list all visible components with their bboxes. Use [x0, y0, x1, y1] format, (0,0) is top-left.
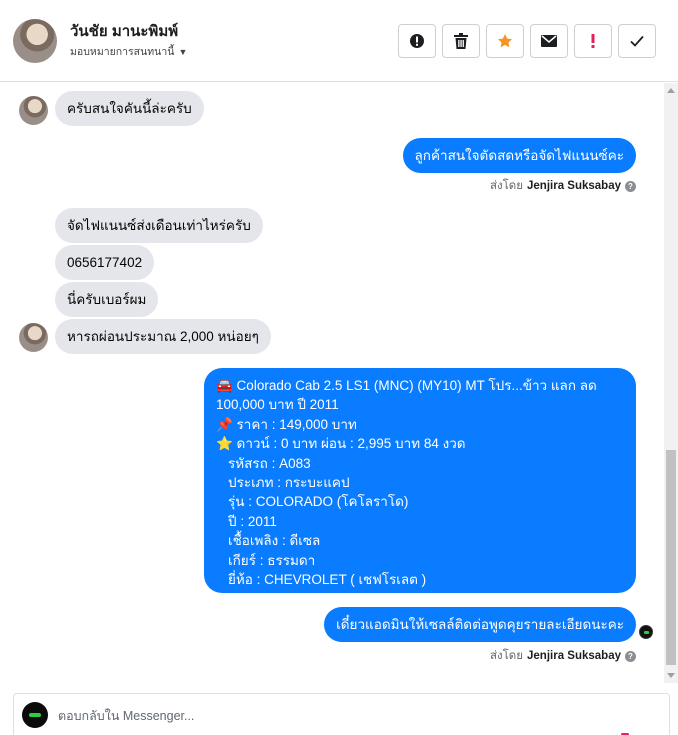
mark-unread-button[interactable] — [530, 24, 568, 58]
incoming-message: ครับสนใจคันนี้ล่ะครับ — [55, 91, 204, 126]
contact-avatar[interactable] — [13, 19, 57, 63]
delete-button[interactable] — [442, 24, 480, 58]
contact-avatar-small — [19, 96, 48, 125]
scrollbar-thumb[interactable] — [666, 450, 676, 665]
help-icon[interactable]: ? — [625, 180, 636, 192]
sent-by-name[interactable]: Jenjira Suksabay — [527, 180, 621, 192]
scroll-up-arrow-icon[interactable] — [667, 88, 675, 93]
report-button[interactable] — [398, 24, 436, 58]
toolbar — [398, 24, 656, 58]
star-icon — [498, 34, 512, 48]
sent-by-line: ส่งโดย Jenjira Suksabay ? — [490, 177, 636, 195]
sent-by-line: ส่งโดย Jenjira Suksabay ? — [490, 647, 636, 665]
incoming-message: จัดไฟแนนซ์ส่งเดือนเท่าไหร่ครับ — [55, 208, 263, 243]
car-model: รุ่น : COLORADO (โคโลราโด) — [228, 494, 409, 510]
check-icon — [630, 35, 644, 47]
incoming-message: หารถผ่อนประมาณ 2,000 หน่อยๆ — [55, 319, 271, 354]
sent-by-prefix: ส่งโดย — [489, 180, 524, 192]
outgoing-message: เดี๋ยวแอดมินให้เซลล์ติดต่อพูดคุยรายละเอี… — [324, 607, 636, 642]
car-code: รหัสรถ : A083 — [228, 455, 311, 471]
assign-label: มอบหมายการสนทนานี้ — [70, 46, 175, 58]
outgoing-message: ลูกค้าสนใจตัดสดหรือจัดไฟแนนซ์คะ — [402, 138, 636, 173]
car-listing-message: 🚘 Colorado Cab 2.5 LS1 (MNC) (MY10) MT โ… — [204, 368, 636, 593]
mark-spam-button[interactable] — [574, 24, 612, 58]
sent-by-prefix: ส่งโดย — [489, 650, 524, 662]
report-icon — [410, 34, 424, 48]
envelope-icon — [541, 35, 557, 47]
exclamation-icon — [591, 34, 595, 48]
incoming-message: นี่ครับเบอร์ผม — [55, 282, 159, 317]
contact-avatar-small — [19, 323, 48, 352]
trash-icon — [454, 33, 468, 49]
contact-name[interactable]: วันชัย มานะพิมพ์ — [70, 19, 178, 43]
conversation-header: วันชัย มานะพิมพ์ มอบหมายการสนทนานี้ ▼ — [0, 0, 678, 82]
page-avatar — [22, 702, 48, 728]
reply-composer — [13, 693, 670, 735]
assign-conversation-dropdown[interactable]: มอบหมายการสนทนานี้ ▼ — [70, 43, 187, 60]
car-gear: เกียร์ : ธรรมดา — [228, 552, 316, 568]
mark-done-button[interactable] — [618, 24, 656, 58]
car-type: ประเภท : กระบะแคป — [228, 475, 350, 491]
help-icon[interactable]: ? — [625, 650, 636, 662]
star-button[interactable] — [486, 24, 524, 58]
car-title-line: 🚘 Colorado Cab 2.5 LS1 (MNC) (MY10) MT โ… — [216, 378, 597, 393]
sent-by-name[interactable]: Jenjira Suksabay — [527, 650, 621, 662]
caret-down-icon: ▼ — [178, 46, 188, 57]
seen-indicator-avatar — [639, 625, 653, 639]
car-brand: ยี่ห้อ : CHEVROLET ( เชฟโรเลต ) — [228, 572, 427, 588]
car-price: 📌 ราคา : 149,000 บาท — [216, 416, 357, 432]
car-fuel: เชื้อเพลิง : ดีเซล — [228, 533, 321, 549]
incoming-message: 0656177402 — [55, 245, 155, 280]
car-title-line-2: 100,000 บาท ปี 2011 — [216, 397, 339, 413]
reply-input[interactable] — [58, 706, 618, 726]
car-year: ปี : 2011 — [228, 513, 277, 529]
car-down-payment: ⭐ ดาวน์ : 0 บาท ผ่อน : 2,995 บาท 84 งวด — [216, 436, 466, 452]
thread-scrollbar[interactable] — [664, 83, 678, 683]
message-thread: ครับสนใจคันนี้ล่ะครับ ลูกค้าสนใจตัดสดหรื… — [0, 83, 678, 683]
scroll-down-arrow-icon[interactable] — [667, 673, 675, 678]
